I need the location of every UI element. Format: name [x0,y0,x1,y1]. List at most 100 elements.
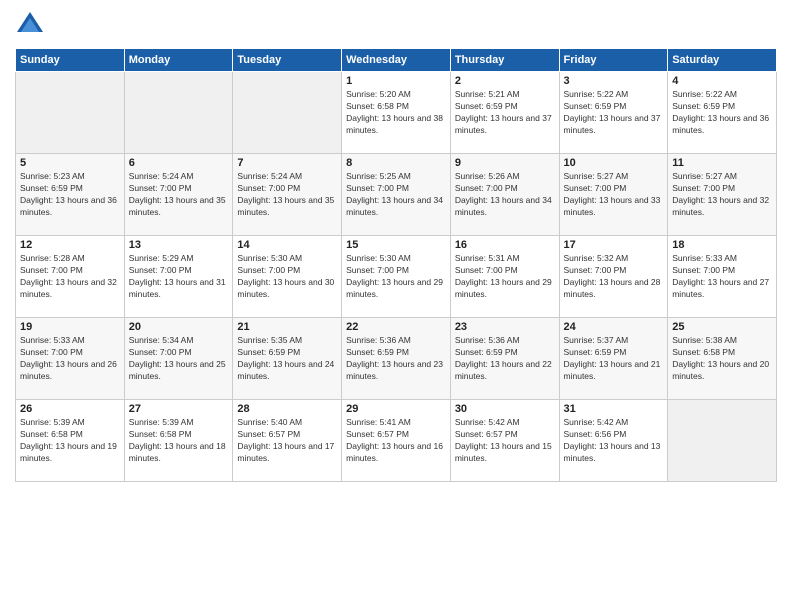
cell-w5-d2: 27Sunrise: 5:39 AMSunset: 6:58 PMDayligh… [124,400,233,482]
cell-w5-d7 [668,400,777,482]
day-info-31: Sunrise: 5:42 AMSunset: 6:56 PMDaylight:… [564,417,664,465]
day-info-2: Sunrise: 5:21 AMSunset: 6:59 PMDaylight:… [455,89,555,137]
cell-w5-d3: 28 Sunrise: 5:40 AMSunset: 6:57 PMDayligh… [233,400,342,482]
cell-w4-d7: 25Sunrise: 5:38 AMSunset: 6:58 PMDayligh… [668,318,777,400]
cell-w4-d5: 23 Sunrise: 5:36 AMSunset: 6:59 PMDayligh… [450,318,559,400]
day-number-10: 10 [564,157,664,169]
day-number-5: 5 [20,157,120,169]
cell-w1-d6: 3 Sunrise: 5:22 AMSunset: 6:59 PMDaylight… [559,72,668,154]
col-monday: Monday [124,49,233,72]
cell-w1-d7: 4Sunrise: 5:22 AMSunset: 6:59 PMDaylight… [668,72,777,154]
day-number-12: 12 [20,239,120,251]
day-number-13: 13 [129,239,229,251]
cell-w1-d1 [16,72,125,154]
day-info-29: Sunrise: 5:41 AMSunset: 6:57 PMDaylight:… [346,417,446,465]
day-number-25: 25 [672,321,772,333]
day-number-1: 1 [346,75,446,87]
day-number-20: 20 [129,321,229,333]
cell-w5-d1: 26 Sunrise: 5:39 AMSunset: 6:58 PMDayligh… [16,400,125,482]
day-info-12: Sunrise: 5:28 AMSunset: 7:00 PMDaylight:… [20,253,120,301]
calendar-header: Sunday Monday Tuesday Wednesday Thursday… [16,49,777,72]
weekday-row: Sunday Monday Tuesday Wednesday Thursday… [16,49,777,72]
col-wednesday: Wednesday [342,49,451,72]
logo [15,10,49,40]
day-number-30: 30 [455,403,555,415]
day-number-31: 31 [564,403,664,415]
day-number-14: 14 [237,239,337,251]
day-info-20: Sunrise: 5:34 AMSunset: 7:00 PMDaylight:… [129,335,229,383]
day-info-3: Sunrise: 5:22 AMSunset: 6:59 PMDaylight:… [564,89,664,137]
cell-w5-d5: 30 Sunrise: 5:42 AMSunset: 6:57 PMDayligh… [450,400,559,482]
day-number-9: 9 [455,157,555,169]
cell-w1-d3 [233,72,342,154]
day-number-26: 26 [20,403,120,415]
cell-w2-d5: 9 Sunrise: 5:26 AMSunset: 7:00 PMDaylight… [450,154,559,236]
day-info-15: Sunrise: 5:30 AMSunset: 7:00 PMDaylight:… [346,253,446,301]
calendar-table: Sunday Monday Tuesday Wednesday Thursday… [15,48,777,482]
day-info-16: Sunrise: 5:31 AMSunset: 7:00 PMDaylight:… [455,253,555,301]
cell-w4-d3: 21 Sunrise: 5:35 AMSunset: 6:59 PMDayligh… [233,318,342,400]
day-info-8: Sunrise: 5:25 AMSunset: 7:00 PMDaylight:… [346,171,446,219]
day-number-18: 18 [672,239,772,251]
page: Sunday Monday Tuesday Wednesday Thursday… [0,0,792,612]
day-number-15: 15 [346,239,446,251]
cell-w5-d6: 31 Sunrise: 5:42 AMSunset: 6:56 PMDayligh… [559,400,668,482]
day-number-2: 2 [455,75,555,87]
cell-w2-d3: 7 Sunrise: 5:24 AMSunset: 7:00 PMDaylight… [233,154,342,236]
day-number-28: 28 [237,403,337,415]
day-info-13: Sunrise: 5:29 AMSunset: 7:00 PMDaylight:… [129,253,229,301]
day-info-30: Sunrise: 5:42 AMSunset: 6:57 PMDaylight:… [455,417,555,465]
day-info-14: Sunrise: 5:30 AMSunset: 7:00 PMDaylight:… [237,253,337,301]
day-info-11: Sunrise: 5:27 AMSunset: 7:00 PMDaylight:… [672,171,772,219]
col-sunday: Sunday [16,49,125,72]
cell-w3-d5: 16 Sunrise: 5:31 AMSunset: 7:00 PMDayligh… [450,236,559,318]
day-number-19: 19 [20,321,120,333]
day-info-23: Sunrise: 5:36 AMSunset: 6:59 PMDaylight:… [455,335,555,383]
col-friday: Friday [559,49,668,72]
day-number-27: 27 [129,403,229,415]
cell-w3-d1: 12 Sunrise: 5:28 AMSunset: 7:00 PMDayligh… [16,236,125,318]
day-number-21: 21 [237,321,337,333]
header [15,10,777,40]
cell-w3-d7: 18Sunrise: 5:33 AMSunset: 7:00 PMDayligh… [668,236,777,318]
day-number-17: 17 [564,239,664,251]
day-number-6: 6 [129,157,229,169]
cell-w2-d4: 8 Sunrise: 5:25 AMSunset: 7:00 PMDaylight… [342,154,451,236]
day-number-3: 3 [564,75,664,87]
col-saturday: Saturday [668,49,777,72]
cell-w2-d7: 11Sunrise: 5:27 AMSunset: 7:00 PMDayligh… [668,154,777,236]
week-row-1: 1 Sunrise: 5:20 AMSunset: 6:58 PMDaylight… [16,72,777,154]
day-number-29: 29 [346,403,446,415]
col-tuesday: Tuesday [233,49,342,72]
day-info-9: Sunrise: 5:26 AMSunset: 7:00 PMDaylight:… [455,171,555,219]
week-row-3: 12 Sunrise: 5:28 AMSunset: 7:00 PMDayligh… [16,236,777,318]
cell-w3-d6: 17 Sunrise: 5:32 AMSunset: 7:00 PMDayligh… [559,236,668,318]
cell-w1-d4: 1 Sunrise: 5:20 AMSunset: 6:58 PMDaylight… [342,72,451,154]
day-number-8: 8 [346,157,446,169]
day-info-28: Sunrise: 5:40 AMSunset: 6:57 PMDaylight:… [237,417,337,465]
cell-w4-d1: 19 Sunrise: 5:33 AMSunset: 7:00 PMDayligh… [16,318,125,400]
cell-w4-d4: 22Sunrise: 5:36 AMSunset: 6:59 PMDayligh… [342,318,451,400]
day-info-17: Sunrise: 5:32 AMSunset: 7:00 PMDaylight:… [564,253,664,301]
week-row-2: 5 Sunrise: 5:23 AMSunset: 6:59 PMDaylight… [16,154,777,236]
cell-w5-d4: 29 Sunrise: 5:41 AMSunset: 6:57 PMDayligh… [342,400,451,482]
cell-w1-d2 [124,72,233,154]
cell-w3-d4: 15 Sunrise: 5:30 AMSunset: 7:00 PMDayligh… [342,236,451,318]
cell-w3-d3: 14 Sunrise: 5:30 AMSunset: 7:00 PMDayligh… [233,236,342,318]
day-info-7: Sunrise: 5:24 AMSunset: 7:00 PMDaylight:… [237,171,337,219]
cell-w2-d6: 10Sunrise: 5:27 AMSunset: 7:00 PMDayligh… [559,154,668,236]
day-info-21: Sunrise: 5:35 AMSunset: 6:59 PMDaylight:… [237,335,337,383]
day-info-26: Sunrise: 5:39 AMSunset: 6:58 PMDaylight:… [20,417,120,465]
cell-w4-d6: 24Sunrise: 5:37 AMSunset: 6:59 PMDayligh… [559,318,668,400]
day-number-7: 7 [237,157,337,169]
day-info-6: Sunrise: 5:24 AMSunset: 7:00 PMDaylight:… [129,171,229,219]
calendar-body: 1 Sunrise: 5:20 AMSunset: 6:58 PMDaylight… [16,72,777,482]
day-number-16: 16 [455,239,555,251]
day-info-5: Sunrise: 5:23 AMSunset: 6:59 PMDaylight:… [20,171,120,219]
cell-w4-d2: 20 Sunrise: 5:34 AMSunset: 7:00 PMDayligh… [124,318,233,400]
day-info-1: Sunrise: 5:20 AMSunset: 6:58 PMDaylight:… [346,89,446,137]
cell-w2-d1: 5 Sunrise: 5:23 AMSunset: 6:59 PMDaylight… [16,154,125,236]
day-info-19: Sunrise: 5:33 AMSunset: 7:00 PMDaylight:… [20,335,120,383]
day-number-23: 23 [455,321,555,333]
day-number-4: 4 [672,75,772,87]
